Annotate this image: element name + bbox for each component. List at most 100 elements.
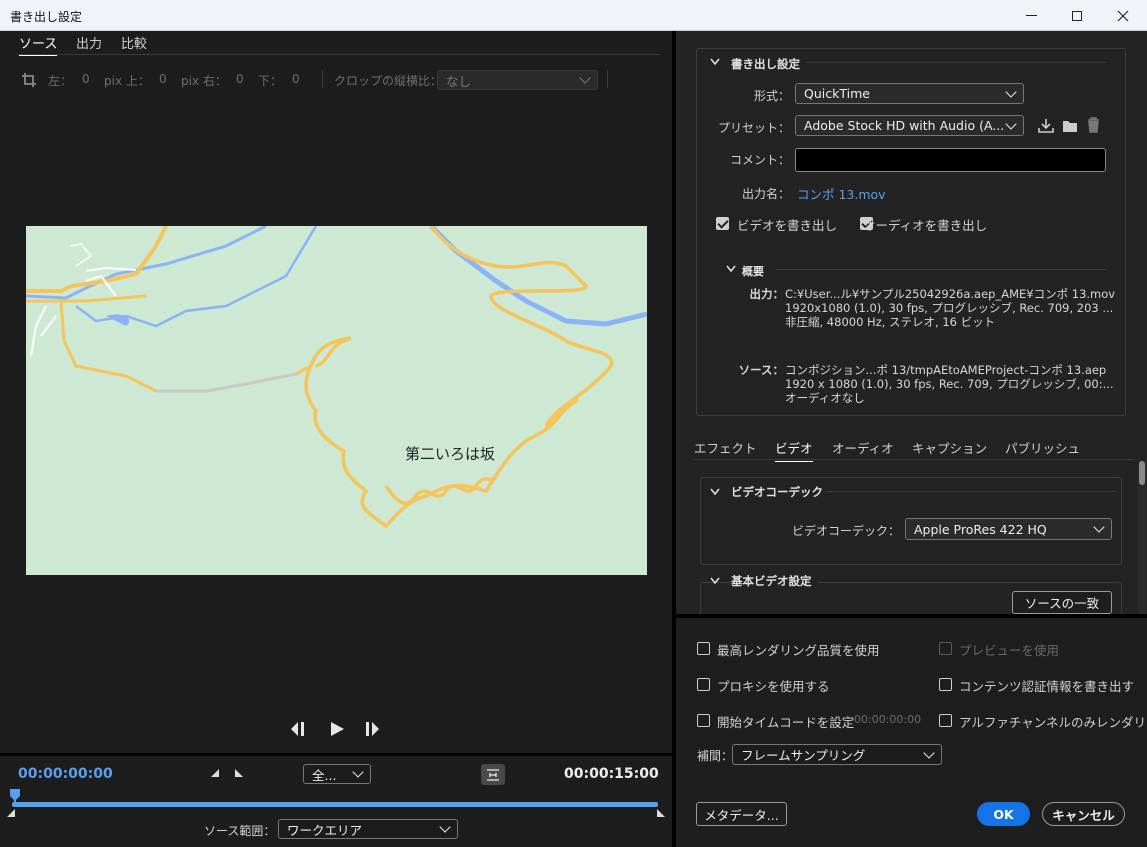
scrollbar-thumb[interactable] [1139, 461, 1145, 485]
summary-output-label: 出力： [749, 287, 785, 301]
settings-scrollbar[interactable] [1138, 461, 1146, 614]
content-credentials-label: コンテンツ認証情報を書き出す [959, 679, 1135, 694]
tab-compare[interactable]: 比較 [121, 33, 147, 52]
in-point-handle[interactable] [6, 808, 16, 818]
import-preset-icon[interactable] [1062, 118, 1078, 133]
comment-input[interactable] [795, 148, 1106, 172]
chevron-down-icon[interactable] [709, 57, 721, 67]
crop-top-value[interactable]: 0 [159, 72, 167, 86]
crop-ratio-value: なし [446, 73, 472, 89]
chevron-down-icon[interactable] [709, 487, 721, 497]
fit-icon [487, 768, 499, 781]
tab-publish[interactable]: パブリッシュ [1005, 438, 1080, 457]
crop-left-label: 左： [48, 74, 73, 88]
export-video-checkbox[interactable] [716, 217, 729, 230]
content-credentials-checkbox[interactable] [939, 678, 952, 691]
summary-source-line: 1920 x 1080 (1.0), 30 fps, Rec. 709, プログ… [785, 377, 1114, 391]
cancel-button[interactable]: キャンセル [1042, 802, 1125, 826]
current-timecode[interactable]: 00:00:00:00 [18, 766, 113, 782]
crop-bottom-label: 下： [258, 74, 283, 88]
title-bar: 書き出し設定 [0, 0, 1147, 31]
output-name-link[interactable]: コンポ 13.mov [797, 184, 886, 203]
work-area-bar[interactable] [12, 802, 658, 807]
format-value: QuickTime [804, 86, 870, 101]
crop-top-label: pix 上： [104, 74, 150, 88]
start-timecode-checkbox[interactable] [697, 714, 710, 727]
summary-source-info: コンポジション...ポ 13/tmpAEtoAMEProject-コンポ 13.… [785, 363, 1115, 405]
video-codec-label: ビデオコーデック： [791, 524, 900, 538]
interpolation-dropdown[interactable]: フレームサンプリング [732, 744, 942, 765]
metadata-button[interactable]: メタデータ... [696, 802, 787, 826]
crop-divider [322, 70, 323, 88]
tab-captions[interactable]: キャプション [912, 438, 987, 457]
tab-audio[interactable]: オーディオ [832, 438, 894, 457]
interpolation-value: フレームサンプリング [741, 748, 866, 763]
summary-output-info: C:¥User...ル¥サンプル25042926a.aep_AME¥コンポ 13… [785, 287, 1115, 329]
video-codec-header: ビデオコーデック [731, 485, 823, 499]
summary-output-line: C:¥User...ル¥サンプル25042926a.aep_AME¥コンポ 13… [785, 287, 1115, 301]
export-audio-label: オーディオを書き出し [863, 218, 988, 233]
preset-value: Adobe Stock HD with Audio (A... [804, 118, 1005, 133]
crop-right-value[interactable]: 0 [236, 72, 244, 86]
chevron-down-icon[interactable] [725, 264, 737, 274]
chevron-down-icon[interactable] [709, 576, 721, 586]
close-button[interactable] [1100, 0, 1146, 31]
step-forward-icon[interactable] [364, 721, 382, 737]
video-codec-dropdown[interactable]: Apple ProRes 422 HQ [905, 518, 1112, 540]
alpha-only-label: アルファチャンネルのみレンダリング [959, 715, 1146, 730]
use-preview-label: プレビューを使用 [959, 643, 1060, 658]
preset-dropdown[interactable]: Adobe Stock HD with Audio (A... [795, 115, 1024, 136]
minimize-button[interactable] [1008, 0, 1054, 31]
max-quality-checkbox[interactable] [697, 642, 710, 655]
ok-button[interactable]: OK [977, 802, 1030, 826]
alpha-only-checkbox[interactable] [939, 714, 952, 727]
end-timecode: 00:00:15:00 [564, 766, 659, 782]
chevron-down-icon [352, 766, 364, 778]
save-preset-icon[interactable] [1038, 118, 1054, 133]
match-source-button[interactable]: ソースの一致 [1012, 591, 1112, 614]
step-back-icon[interactable] [289, 721, 307, 737]
codec-rule [826, 491, 1116, 492]
crop-left-value[interactable]: 0 [82, 72, 90, 86]
crop-bottom-value[interactable]: 0 [292, 72, 300, 86]
source-range-label: ソース範囲： [204, 824, 276, 838]
source-range-value: ワークエリア [287, 822, 363, 838]
crop-ratio-label: クロップの縦横比： [334, 74, 443, 88]
comment-label: コメント： [729, 153, 790, 167]
timeline-divider [0, 753, 672, 756]
use-proxy-label: プロキシを使用する [717, 679, 830, 694]
play-icon[interactable] [329, 721, 345, 737]
source-range-dropdown[interactable]: ワークエリア [278, 819, 458, 839]
max-quality-label: 最高レンダリング品質を使用 [717, 643, 880, 658]
summary-header: 概要 [742, 265, 764, 278]
interpolation-label: 補間： [697, 749, 734, 763]
mark-out-icon[interactable] [234, 768, 244, 778]
tab-effects[interactable]: エフェクト [694, 438, 757, 457]
use-preview-checkbox[interactable] [939, 642, 952, 655]
out-point-handle[interactable] [656, 808, 666, 818]
use-proxy-checkbox[interactable] [697, 678, 710, 691]
summary-output-line: 1920x1080 (1.0), 30 fps, プログレッシブ, Rec. 7… [785, 301, 1114, 315]
summary-source-label: ソース： [738, 363, 784, 377]
tab-output[interactable]: 出力 [76, 33, 102, 52]
fit-timeline-button[interactable] [481, 764, 505, 785]
playhead[interactable] [9, 788, 21, 804]
delete-preset-icon[interactable] [1087, 117, 1100, 133]
crop-ratio-dropdown[interactable]: なし [437, 70, 598, 90]
preset-label: プリセット： [717, 121, 790, 135]
chevron-down-icon [579, 72, 591, 84]
start-timecode-value[interactable]: 00:00:00:00 [854, 713, 921, 726]
chevron-down-icon [1005, 85, 1017, 98]
window-title: 書き出し設定 [10, 10, 83, 24]
format-dropdown[interactable]: QuickTime [795, 83, 1024, 104]
mark-in-icon[interactable] [210, 768, 220, 778]
video-preview[interactable]: 第二いろは坂 [26, 226, 647, 575]
crop-divider-2 [607, 70, 608, 88]
chevron-down-icon [923, 746, 935, 759]
zoom-dropdown[interactable]: 全... [303, 764, 371, 784]
tab-source[interactable]: ソース [19, 33, 58, 56]
crop-icon[interactable] [21, 72, 37, 88]
maximize-button[interactable] [1054, 0, 1100, 31]
export-video-label: ビデオを書き出し [737, 218, 838, 233]
summary-rule [776, 269, 1106, 270]
